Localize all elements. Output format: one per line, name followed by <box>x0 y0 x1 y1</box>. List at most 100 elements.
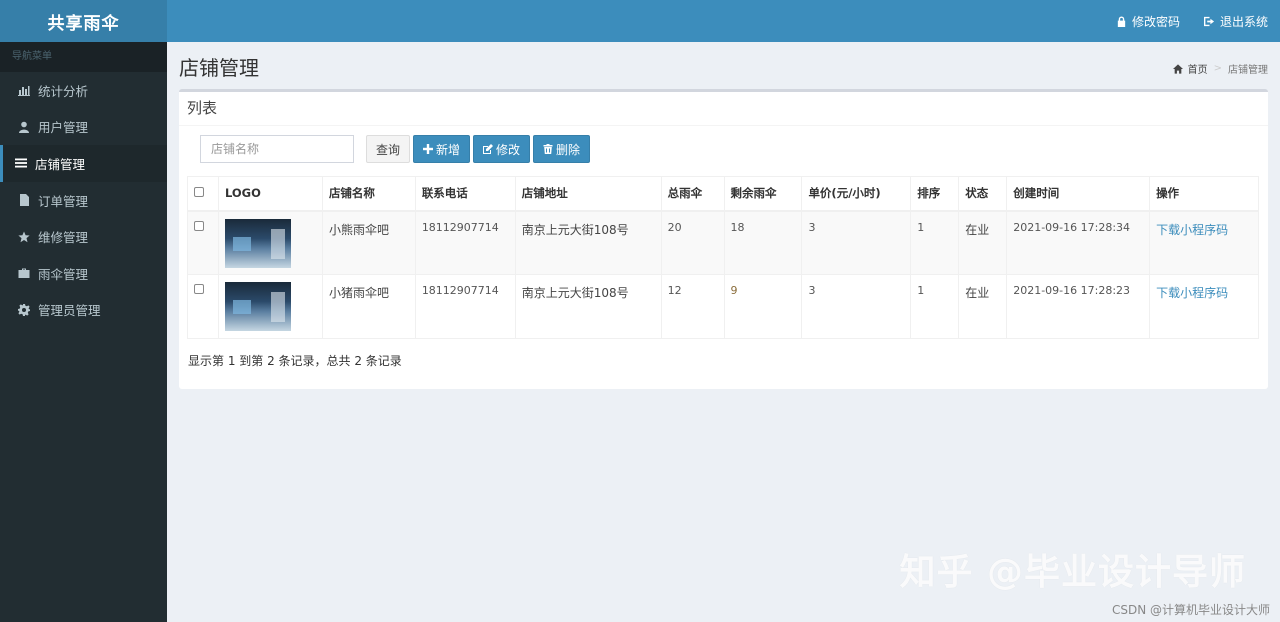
breadcrumb-home[interactable]: 首页 <box>1188 61 1208 76</box>
store-logo-image <box>224 218 291 268</box>
sidebar-item-label: 管理员管理 <box>38 303 101 319</box>
row-select-cell[interactable] <box>187 210 219 275</box>
breadcrumb-separator: > <box>1213 63 1222 74</box>
select-all-cell[interactable] <box>187 176 219 212</box>
gear-icon <box>17 303 31 317</box>
trash-icon <box>543 144 553 154</box>
status-cell: 在业 <box>958 210 1008 275</box>
list-box: 列表 查询 新增 修改 删除 LOGO 店铺名称 联系电话 店铺地址 <box>179 89 1268 389</box>
created-time-cell: 2021-09-16 17:28:34 <box>1006 210 1151 275</box>
remaining-umbrellas-cell: 9 <box>723 274 803 339</box>
row-checkbox[interactable] <box>194 220 204 231</box>
sidebar-item-repairs[interactable]: 维修管理 <box>0 218 167 255</box>
plus-icon <box>423 144 434 154</box>
edit-icon <box>483 144 494 154</box>
breadcrumb: 首页 > 店铺管理 <box>1172 61 1268 76</box>
sidebar-item-statistics[interactable]: 统计分析 <box>0 72 167 109</box>
sidebar-item-users[interactable]: 用户管理 <box>0 109 167 146</box>
list-icon <box>14 156 28 170</box>
lock-icon <box>1117 15 1126 27</box>
change-password-label: 修改密码 <box>1131 14 1180 29</box>
edit-button[interactable]: 修改 <box>473 135 531 163</box>
watermark: 知乎 @毕业设计导师 <box>899 552 1246 593</box>
edit-button-label: 修改 <box>496 142 521 157</box>
breadcrumb-current: 店铺管理 <box>1228 65 1268 76</box>
store-name-search-input[interactable] <box>200 135 354 163</box>
column-header: 店铺地址 <box>514 176 662 212</box>
add-button-label: 新增 <box>436 142 461 157</box>
store-name-cell: 小熊雨伞吧 <box>321 210 416 275</box>
row-select-cell[interactable] <box>187 274 219 339</box>
sidebar-item-label: 维修管理 <box>38 230 89 246</box>
sidebar-item-label: 店铺管理 <box>35 156 86 172</box>
star-icon <box>17 230 31 244</box>
column-header: 总雨伞 <box>660 176 725 212</box>
store-name-cell: 小猪雨伞吧 <box>321 274 416 339</box>
column-header: LOGO <box>217 176 323 212</box>
bar-chart-icon <box>17 83 31 97</box>
column-header: 状态 <box>958 176 1008 212</box>
delete-button-label: 删除 <box>556 142 581 157</box>
page-title: 店铺管理 <box>179 56 259 80</box>
toolbar: 查询 新增 修改 删除 <box>200 135 591 163</box>
sidebar-item-stores[interactable]: 店铺管理 <box>0 145 167 182</box>
logout-link[interactable]: 退出系统 <box>1203 13 1268 30</box>
remaining-umbrellas-cell: 18 <box>723 210 803 275</box>
total-umbrellas-cell: 12 <box>660 274 725 339</box>
sidebar-item-label: 统计分析 <box>38 83 89 99</box>
sort-cell: 1 <box>910 274 960 339</box>
column-header: 剩余雨伞 <box>723 176 803 212</box>
column-header: 排序 <box>910 176 960 212</box>
box-title: 列表 <box>179 92 1268 126</box>
nav-header: 导航菜单 <box>0 42 167 72</box>
pagination-info: 显示第 1 到第 2 条记录，总共 2 条记录 <box>188 354 402 368</box>
sidebar: 共享雨伞 导航菜单 统计分析 用户管理 店铺管理 订单管理 维修管理 雨伞管理 … <box>0 0 167 622</box>
table-row[interactable]: 小猪雨伞吧 18112907714 南京上元大街108号 12 9 3 1 在业… <box>187 274 1259 339</box>
briefcase-icon <box>17 266 31 280</box>
created-time-cell: 2021-09-16 17:28:23 <box>1006 274 1151 339</box>
address-cell: 南京上元大街108号 <box>514 274 662 339</box>
column-header: 联系电话 <box>414 176 516 212</box>
column-header: 创建时间 <box>1006 176 1151 212</box>
app-logo[interactable]: 共享雨伞 <box>0 0 167 42</box>
phone-cell: 18112907714 <box>414 274 516 339</box>
row-checkbox[interactable] <box>194 284 204 294</box>
sort-cell: 1 <box>910 210 960 275</box>
sidebar-item-label: 订单管理 <box>38 193 89 209</box>
sidebar-item-admins[interactable]: 管理员管理 <box>0 292 167 329</box>
table-row[interactable]: 小熊雨伞吧 18112907714 南京上元大街108号 20 18 3 1 在… <box>187 210 1259 275</box>
price-cell: 3 <box>801 210 912 275</box>
address-cell: 南京上元大街108号 <box>514 210 662 275</box>
download-qrcode-link[interactable]: 下载小程序码 <box>1156 223 1228 237</box>
topbar: 修改密码 退出系统 <box>167 0 1280 42</box>
sidebar-item-umbrellas[interactable]: 雨伞管理 <box>0 255 167 292</box>
logo-cell <box>217 274 323 339</box>
add-button[interactable]: 新增 <box>413 135 471 163</box>
column-header: 单价(元/小时) <box>801 176 912 212</box>
column-header: 操作 <box>1149 176 1259 212</box>
sidebar-item-label: 雨伞管理 <box>38 266 89 282</box>
store-table: LOGO 店铺名称 联系电话 店铺地址 总雨伞 剩余雨伞 单价(元/小时) 排序… <box>187 176 1259 339</box>
sign-out-icon <box>1203 16 1215 26</box>
user-icon <box>17 120 31 134</box>
column-header: 店铺名称 <box>321 176 416 212</box>
phone-cell: 18112907714 <box>414 210 516 275</box>
file-icon <box>17 193 31 207</box>
action-cell: 下载小程序码 <box>1149 274 1259 339</box>
logout-label: 退出系统 <box>1219 14 1268 29</box>
status-cell: 在业 <box>958 274 1008 339</box>
home-icon <box>1172 63 1183 74</box>
select-all-checkbox[interactable] <box>194 187 204 198</box>
table-header-row: LOGO 店铺名称 联系电话 店铺地址 总雨伞 剩余雨伞 单价(元/小时) 排序… <box>187 176 1259 212</box>
sidebar-item-label: 用户管理 <box>38 120 89 136</box>
delete-button[interactable]: 删除 <box>533 135 591 163</box>
change-password-link[interactable]: 修改密码 <box>1116 13 1180 30</box>
logo-cell <box>217 210 323 275</box>
price-cell: 3 <box>801 274 912 339</box>
download-qrcode-link[interactable]: 下载小程序码 <box>1156 286 1228 300</box>
query-button[interactable]: 查询 <box>366 135 411 163</box>
total-umbrellas-cell: 20 <box>660 210 725 275</box>
sidebar-item-orders[interactable]: 订单管理 <box>0 182 167 219</box>
credit-text: CSDN @计算机毕业设计大师 <box>1111 603 1270 617</box>
store-logo-image <box>224 282 291 331</box>
